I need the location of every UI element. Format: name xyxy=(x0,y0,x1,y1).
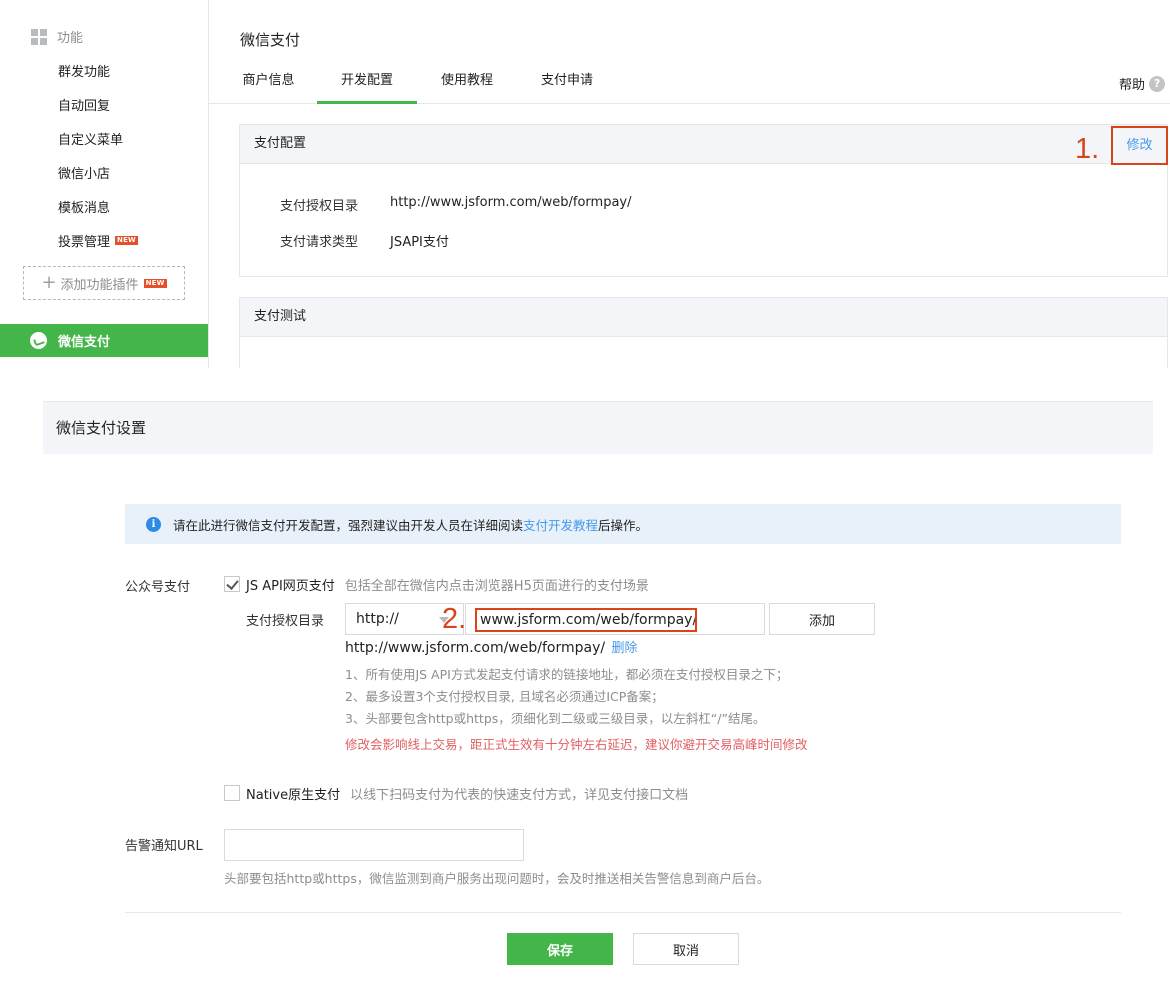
sidebar: 功能 群发功能 自动回复 自定义菜单 微信小店 模板消息 投票管理 NEW + … xyxy=(0,0,209,368)
native-checkbox[interactable] xyxy=(224,785,240,801)
sidebar-item-vote-management[interactable]: 投票管理 NEW xyxy=(58,231,138,250)
jsapi-option-desc: 包括全部在微信内点击浏览器H5页面进行的支付场景 xyxy=(344,579,649,594)
jsapi-option-label: JS API网页支付 xyxy=(246,579,335,594)
cancel-button[interactable]: 取消 xyxy=(633,933,739,965)
native-option-label: Native原生支付 xyxy=(246,788,341,803)
info-icon: i xyxy=(146,516,161,532)
add-plugin-label: 添加功能插件 xyxy=(60,277,139,293)
tab-bar: 商户信息 开发配置 使用教程 支付申请 xyxy=(209,64,1170,104)
sidebar-item-wechat-store[interactable]: 微信小店 xyxy=(58,163,110,182)
jsapi-checkbox[interactable] xyxy=(224,576,240,592)
tab-tutorial[interactable]: 使用教程 xyxy=(438,64,496,104)
hint-line: 1、所有使用JS API方式发起支付请求的链接地址，都必须在支付授权目录之下； xyxy=(345,667,789,682)
step-marker: 1. xyxy=(1075,133,1100,165)
tab-dev-config[interactable]: 开发配置 xyxy=(317,64,417,104)
jsapi-option: JS API网页支付 包括全部在微信内点击浏览器H5页面进行的支付场景 xyxy=(246,575,649,594)
sidebar-item-label: 投票管理 xyxy=(58,235,111,250)
plus-icon: + xyxy=(41,272,57,293)
warning-text: 修改会影响线上交易，距正式生效有十分钟左右延迟，建议你避开交易高峰时间修改 xyxy=(345,737,808,752)
sidebar-item-label: 微信小店 xyxy=(58,167,111,182)
wechat-pay-icon xyxy=(30,332,47,349)
request-type-value: JSAPI支付 xyxy=(390,235,449,250)
top-screenshot: 功能 群发功能 自动回复 自定义菜单 微信小店 模板消息 投票管理 NEW + … xyxy=(0,0,1170,368)
sidebar-item-label: 自定义菜单 xyxy=(58,133,124,148)
protocol-value: http:// xyxy=(356,611,399,627)
sidebar-item-wechat-pay[interactable]: 微信支付 xyxy=(0,324,208,357)
sidebar-item-label: 群发功能 xyxy=(58,65,111,80)
native-option-desc: 以线下扫码支付为代表的快速支付方式，详见支付接口文档 xyxy=(350,788,689,803)
sidebar-item-label: 自动回复 xyxy=(58,99,111,114)
auth-dir-key: 支付授权目录 xyxy=(280,199,359,214)
save-button[interactable]: 保存 xyxy=(507,933,613,965)
notice-bar: i 请在此进行微信支付开发配置，强烈建议由开发人员在详细阅读 支付开发教程 后操… xyxy=(125,504,1121,544)
sidebar-item-mass-send[interactable]: 群发功能 xyxy=(58,61,110,80)
auth-dir-value: http://www.jsform.com/web/formpay/ xyxy=(390,195,632,210)
pay-config-header: 支付配置 1. 修改 xyxy=(240,125,1168,165)
sidebar-item-template-message[interactable]: 模板消息 xyxy=(58,197,110,216)
question-icon: ? xyxy=(1149,75,1166,92)
alert-url-hint: 头部要包括http或https，微信监测到商户服务出现问题时，会及时推送相关告警… xyxy=(224,871,770,886)
add-button[interactable]: 添加 xyxy=(769,603,875,635)
new-badge: NEW xyxy=(115,236,138,245)
auth-dir-input[interactable]: www.jsform.com/web/formpay/ xyxy=(465,603,765,635)
page-title: 微信支付 xyxy=(240,31,301,49)
divider xyxy=(125,912,1121,913)
edit-button[interactable]: 修改 xyxy=(1111,126,1168,165)
pay-config-title: 支付配置 xyxy=(254,136,307,151)
grid-icon xyxy=(31,28,47,45)
hint-line: 2、最多设置3个支付授权目录, 且域名必须通过ICP备案； xyxy=(345,689,664,704)
tab-pay-apply[interactable]: 支付申请 xyxy=(538,64,596,104)
settings-title: 微信支付设置 xyxy=(43,401,1153,454)
alert-url-label: 告警通知URL xyxy=(125,839,203,854)
public-pay-label: 公众号支付 xyxy=(125,580,191,595)
pay-test-panel: 支付测试 xyxy=(239,297,1168,368)
delete-link[interactable]: 删除 xyxy=(612,641,638,656)
sidebar-item-custom-menu[interactable]: 自定义菜单 xyxy=(58,129,123,148)
sidebar-section-title: 功能 xyxy=(57,31,84,46)
add-plugin-button[interactable]: + 添加功能插件 NEW xyxy=(23,266,185,300)
sidebar-item-label: 模板消息 xyxy=(58,201,111,216)
request-type-key: 支付请求类型 xyxy=(280,235,359,250)
saved-url-row: http://www.jsform.com/web/formpay/ 删除 xyxy=(345,637,638,656)
hint-line: 3、头部要包含http或https，须细化到二级或三级目录，以左斜杠“/”结尾。 xyxy=(345,711,766,726)
pay-config-panel: 支付配置 1. 修改 支付授权目录 http://www.jsform.com/… xyxy=(239,124,1168,277)
request-type-row: 支付请求类型 JSAPI支付 xyxy=(280,231,449,250)
notice-prefix: 请在此进行微信支付开发配置，强烈建议由开发人员在详细阅读 xyxy=(173,517,524,533)
pay-test-header: 支付测试 xyxy=(240,298,1167,337)
tutorial-link[interactable]: 支付开发教程 xyxy=(523,515,598,534)
auth-dir-row: 支付授权目录 http://www.jsform.com/web/formpay… xyxy=(280,195,632,214)
auth-dir-label: 支付授权目录 xyxy=(246,614,325,629)
new-badge: NEW xyxy=(143,278,167,288)
help-link[interactable]: 帮助 ? xyxy=(1119,74,1166,93)
sidebar-section-header: 功能 xyxy=(31,27,83,46)
bottom-screenshot: 微信支付设置 i 请在此进行微信支付开发配置，强烈建议由开发人员在详细阅读 支付… xyxy=(0,368,1170,1000)
pay-test-title: 支付测试 xyxy=(254,309,307,324)
help-label: 帮助 xyxy=(1119,78,1146,93)
alert-url-input[interactable] xyxy=(224,829,524,861)
sidebar-item-auto-reply[interactable]: 自动回复 xyxy=(58,95,110,114)
auth-dir-input-value: www.jsform.com/web/formpay/ xyxy=(475,608,697,632)
tab-merchant-info[interactable]: 商户信息 xyxy=(240,64,297,104)
notice-suffix: 后操作。 xyxy=(598,517,649,533)
step-marker: 2. xyxy=(442,603,467,635)
native-option: Native原生支付 以线下扫码支付为代表的快速支付方式，详见支付接口文档 xyxy=(246,784,688,803)
sidebar-item-label: 微信支付 xyxy=(58,335,111,350)
saved-url: http://www.jsform.com/web/formpay/ xyxy=(345,640,606,656)
